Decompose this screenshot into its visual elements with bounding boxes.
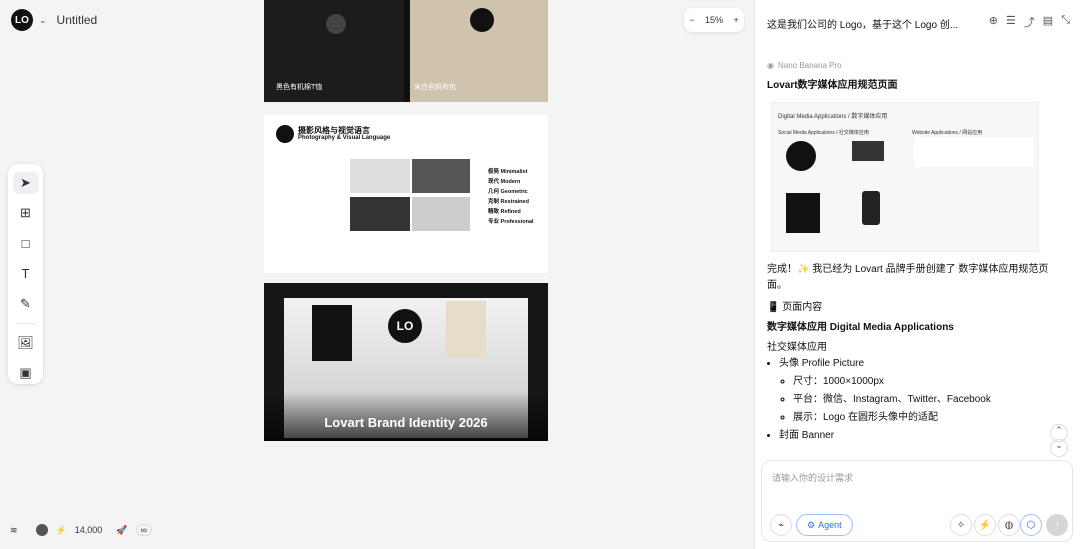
agent-icon: ⚙ (807, 519, 816, 530)
video-add-icon[interactable]: ▣ (13, 362, 39, 384)
settings-icon[interactable]: ☰ (1006, 14, 1016, 30)
zoom-level[interactable]: 15% (705, 15, 723, 25)
layers-icon[interactable]: ≋ (10, 525, 18, 536)
canvas-brand-identity[interactable]: LO Lovart Brand Identity 2026 (264, 283, 548, 441)
chat-title: 这是我们公司的 Logo，基于这个 Logo 创... (767, 20, 959, 31)
left-toolbar: ➤ ⊞ □ T ✎ 🖼 ▣ (8, 164, 43, 384)
image-add-icon[interactable]: 🖼 (13, 332, 39, 354)
keyword-item: 几何 Geometric (488, 189, 528, 195)
brand-identity-title: Lovart Brand Identity 2026 (324, 415, 488, 430)
cube-icon[interactable]: ⬡ (1020, 514, 1042, 536)
model-name: Nano Banana Pro (777, 61, 842, 70)
zoom-out-button[interactable]: − (689, 15, 694, 25)
mini-left-heading: Social Media Applications / 社交媒体应用 (778, 130, 869, 136)
rectangle-tool-icon[interactable]: □ (13, 232, 39, 254)
section-heading: 数字媒体应用 Digital Media Applications (767, 322, 954, 333)
list-item: 平台：微信、Instagram、Twitter、Facebook (793, 392, 1059, 408)
scroll-down-icon[interactable]: ⌄ (1050, 439, 1068, 457)
agent-label: Agent (818, 520, 842, 530)
chat-input[interactable]: 请输入你的设计需求 (772, 471, 853, 484)
keyword-item: 克制 Restrained (488, 199, 529, 205)
list-item: 头像 Profile Picture (779, 356, 1059, 372)
bottom-bar: ≋ ⚡ 14,000 🚀 ∞ (10, 524, 152, 536)
eye-icon: ◉ (767, 61, 774, 70)
list-item: 尺寸：1000×1000px (793, 374, 1059, 390)
select-tool-icon[interactable]: ➤ (12, 172, 39, 195)
toolbar-divider (15, 322, 36, 324)
canvas-image-merch[interactable]: 黑色有机棉T恤 米白色帆布包 (264, 0, 548, 102)
share-icon[interactable]: ⤴ (1024, 14, 1035, 30)
frame-tool-icon[interactable]: ⊞ (13, 202, 39, 224)
zoom-in-button[interactable]: + (733, 15, 738, 25)
section-heading: 社交媒体应用 (767, 342, 827, 353)
chevron-down-icon[interactable]: ⌄ (39, 15, 47, 26)
pen-tool-icon[interactable]: ✎ (13, 293, 39, 315)
keyword-item: 极简 Minimalist (488, 169, 528, 175)
bolt-mode-icon[interactable]: ⚡ (974, 514, 996, 536)
idea-icon[interactable]: ✧ (950, 514, 972, 536)
bolt-icon: ⚡ (55, 524, 67, 535)
list-item: 封面 Banner (779, 428, 1059, 444)
credits-count: 14,000 (74, 525, 103, 535)
section-heading: 📱 页面内容 (767, 302, 823, 313)
chat-message: ◉ Nano Banana Pro Lovart数字媒体应用规范页面 Digit… (767, 58, 1059, 446)
top-bar: LO ⌄ Untitled (0, 0, 97, 40)
generated-image-thumbnail[interactable]: Digital Media Applications / 数字媒体应用 Soci… (771, 102, 1039, 252)
keyword-item: 精致 Refined (488, 209, 521, 215)
keyword-item: 专业 Professional (488, 219, 534, 225)
agent-button[interactable]: ⚙ Agent (796, 514, 853, 536)
collapse-icon[interactable]: ⤡ (1061, 14, 1070, 30)
chat-panel: 这是我们公司的 Logo，基于这个 Logo 创... ⊕ ☰ ⤴ ▤ ⤡ ◉ … (754, 0, 1080, 549)
content-list: 头像 Profile Picture 尺寸：1000×1000px 平台：微信、… (767, 356, 1059, 444)
new-chat-icon[interactable]: ⊕ (989, 14, 998, 30)
list-item: 展示：Logo 在圆形头像中的适配 (793, 410, 1059, 426)
infinity-icon[interactable]: ∞ (135, 524, 152, 536)
message-heading: Lovart数字媒体应用规范页面 (767, 80, 898, 91)
history-icon[interactable]: ▤ (1043, 14, 1053, 30)
canvas-photo-style-sheet[interactable]: 摄影风格与视觉语言 Photography & Visual Language … (264, 115, 548, 273)
sheet-subtitle: Photography & Visual Language (298, 135, 391, 141)
send-icon[interactable]: ↑ (1046, 514, 1068, 536)
avatar[interactable] (35, 524, 48, 536)
completion-text: 完成！✨ 我已经为 Lovart 品牌手册创建了 数字媒体应用规范页面。 (767, 264, 1049, 291)
sub-list: 尺寸：1000×1000px 平台：微信、Instagram、Twitter、F… (779, 374, 1059, 426)
model-label: ◉ Nano Banana Pro (767, 58, 1059, 74)
app-logo[interactable]: LO (11, 9, 33, 31)
globe-icon[interactable]: ◍ (998, 514, 1020, 536)
chat-input-box: 请输入你的设计需求 ⌁ ⚙ Agent ✧ ⚡ ◍ ⬡ ↑ (761, 460, 1073, 542)
caption-tote: 米白色帆布包 (414, 84, 456, 91)
keyword-item: 现代 Modern (488, 179, 521, 185)
caption-tshirt: 黑色有机棉T恤 (276, 84, 323, 91)
attach-icon[interactable]: ⌁ (770, 514, 792, 536)
keyword-list: 极简 Minimalist 现代 Modern 几何 Geometric 克制 … (488, 167, 534, 227)
rocket-icon[interactable]: 🚀 (116, 525, 127, 536)
text-tool-icon[interactable]: T (13, 262, 39, 284)
chat-header-actions: ⊕ ☰ ⤴ ▤ ⤡ (989, 14, 1070, 30)
document-title[interactable]: Untitled (57, 13, 98, 27)
zoom-control: − 15% + (684, 8, 744, 32)
mini-title: Digital Media Applications / 数字媒体应用 (778, 114, 888, 120)
